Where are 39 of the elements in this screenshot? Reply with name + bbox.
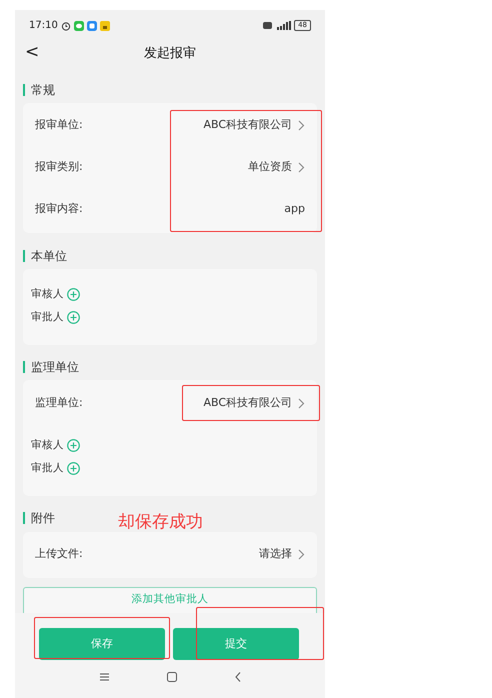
person-label: 审核人	[31, 438, 65, 453]
field-value[interactable]: ABC科技有限公司	[203, 117, 292, 134]
field-label: 报审内容:	[35, 201, 83, 218]
status-time: 17:10	[29, 19, 58, 34]
person-label: 审批人	[31, 310, 65, 325]
back-button[interactable]: <	[25, 42, 40, 62]
add-icon[interactable]	[67, 439, 80, 452]
home-icon[interactable]	[166, 672, 176, 682]
field-value[interactable]: ABC科技有限公司	[203, 395, 292, 412]
app-icon	[100, 20, 110, 31]
field-value[interactable]: 单位资质	[248, 159, 292, 176]
chevron-icon[interactable]	[298, 398, 305, 409]
hd-icon	[263, 22, 272, 30]
annotation-note: 却保存成功	[118, 511, 203, 534]
add-icon[interactable]	[67, 462, 80, 476]
field-label: 报审类别:	[35, 159, 83, 176]
app-icon	[86, 20, 97, 31]
signal-icon	[275, 21, 292, 30]
menu-icon[interactable]	[100, 673, 108, 682]
field-label: 报审单位:	[35, 117, 83, 134]
add-icon[interactable]	[67, 311, 80, 324]
page-title: 发起报审	[144, 45, 196, 64]
field-label: 监理单位:	[35, 395, 83, 412]
person-label: 审核人	[31, 286, 65, 302]
field-value[interactable]: app	[284, 201, 305, 218]
chevron-icon[interactable]	[298, 549, 305, 560]
field-label: 上传文件:	[35, 546, 83, 562]
chevron-icon[interactable]	[298, 162, 305, 174]
section-title: 本单位	[31, 248, 67, 265]
person-label: 审批人	[31, 460, 65, 476]
add-icon[interactable]	[67, 288, 80, 302]
back-icon[interactable]	[234, 672, 240, 682]
section-title: 附件	[31, 510, 55, 528]
chat-app-icon	[74, 20, 84, 31]
field-value[interactable]: 请选择	[259, 546, 292, 563]
section-title: 常规	[31, 82, 55, 99]
section-title: 监理单位	[31, 359, 79, 376]
alarm-icon	[60, 20, 71, 31]
chevron-icon[interactable]	[298, 120, 305, 132]
